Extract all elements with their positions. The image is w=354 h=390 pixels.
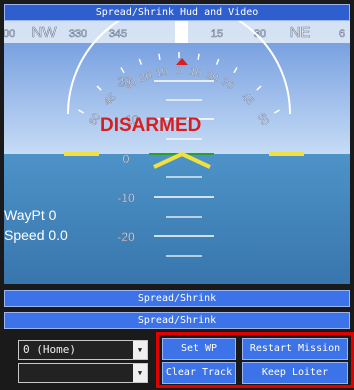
- roll-mark: 10: [189, 65, 203, 79]
- speed-readout: Speed 0.0: [4, 227, 68, 243]
- heading-mark: NE: [290, 24, 311, 41]
- panel-title: Spread/Shrink Hud and Video: [4, 4, 350, 21]
- roll-tick: [197, 53, 200, 60]
- restart-mission-button[interactable]: Restart Mission: [242, 338, 348, 360]
- heading-indicator: [175, 21, 188, 43]
- set-wp-button[interactable]: Set WP: [162, 338, 236, 360]
- spread-shrink-bar-1[interactable]: Spread/Shrink: [4, 290, 350, 307]
- heading-mark: 330: [69, 28, 87, 40]
- waypoint-select[interactable]: 0 (Home) ▼: [18, 340, 148, 360]
- action-button-group: Set WP Restart Mission Clear Track Keep …: [156, 332, 354, 388]
- heading-mark: NW: [32, 24, 58, 41]
- roll-mark: 0: [176, 65, 182, 77]
- roll-mark: 10: [155, 65, 169, 79]
- controls-panel: 0 (Home) ▼ ▼ Set WP Restart Mission Clea…: [4, 330, 354, 388]
- chevron-down-icon[interactable]: ▼: [133, 364, 147, 382]
- pitch-label: 0: [123, 152, 130, 166]
- heading-mark: 300: [4, 28, 15, 40]
- spread-shrink-bar-2[interactable]: Spread/Shrink: [4, 312, 350, 329]
- heading-mark: 15: [211, 28, 223, 40]
- keep-loiter-button[interactable]: Keep Loiter: [242, 362, 348, 384]
- pitch-label: 20: [117, 75, 131, 89]
- heading-mark: 6: [339, 28, 345, 40]
- heading-mark: 345: [109, 28, 127, 40]
- clear-track-button[interactable]: Clear Track: [162, 362, 236, 384]
- pitch-label: -20: [117, 230, 135, 244]
- waypoint-readout: WayPt 0: [4, 207, 57, 223]
- hud-display: 300NW33034501530NE6 60453020100102030456…: [4, 21, 350, 284]
- pitch-label: -10: [117, 191, 135, 205]
- status-text: DISARMED: [100, 115, 202, 136]
- hud-canvas: 300NW33034501530NE6 60453020100102030456…: [4, 21, 350, 284]
- waypoint-select-value: 0 (Home): [23, 343, 76, 356]
- chevron-down-icon[interactable]: ▼: [133, 341, 147, 359]
- secondary-select[interactable]: ▼: [18, 363, 148, 383]
- roll-tick: [158, 53, 161, 60]
